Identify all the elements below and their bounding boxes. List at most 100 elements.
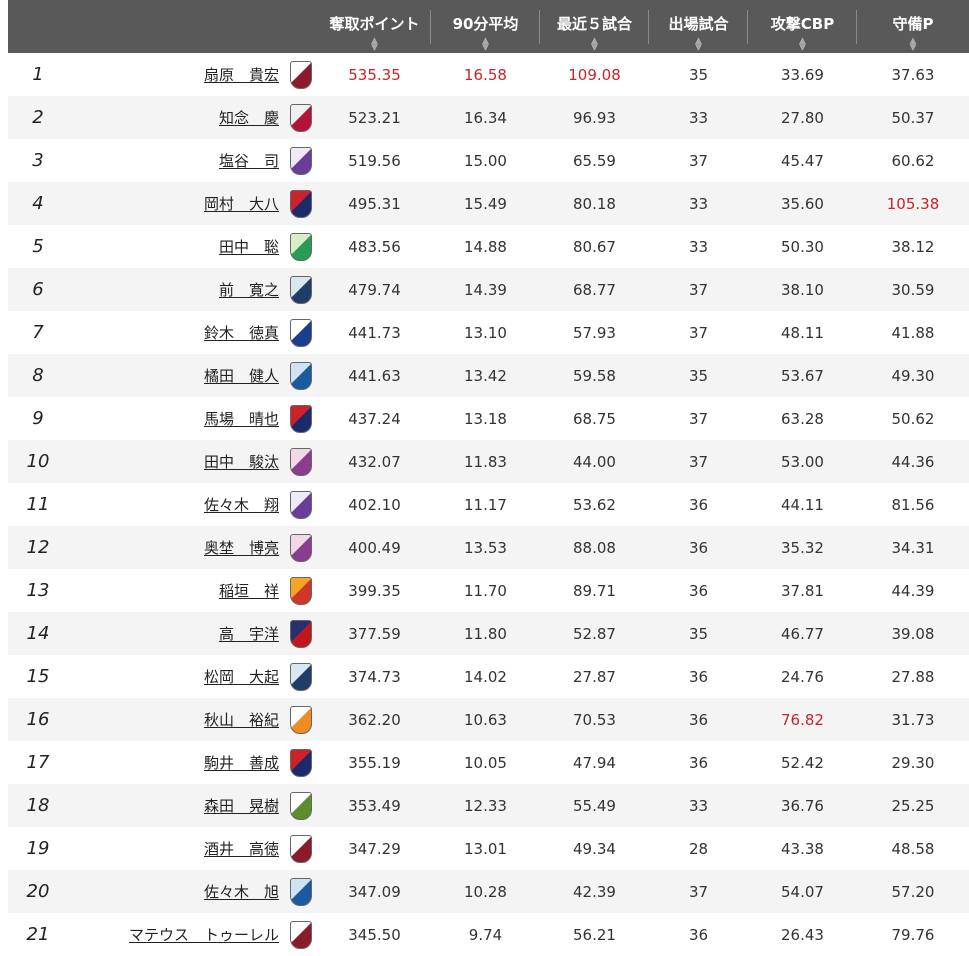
stat-cell-v6: 60.62: [891, 151, 935, 170]
stat-cell-v4: 33: [688, 194, 709, 213]
stat-cell-v1: 347.29: [348, 839, 401, 858]
table-row: 9 馬場 晴也 437.24 13.18 68.75 37 63.28 50.62: [8, 397, 969, 440]
player-name-link[interactable]: 駒井 善成: [204, 754, 279, 772]
player-name-link[interactable]: 秋山 裕紀: [204, 711, 279, 729]
player-name-link[interactable]: 塩谷 司: [219, 152, 279, 170]
player-name-cell: 橘田 健人: [68, 365, 283, 386]
player-name-link[interactable]: 酒井 高徳: [204, 840, 279, 858]
sort-header-last-5[interactable]: 最近５試合 ▲ ▼: [540, 0, 649, 53]
player-name-cell: 岡村 大八: [68, 193, 283, 214]
stat-cell-v5: 27.80: [781, 108, 824, 127]
table-row: 12 奥埜 博亮 400.49 13.53 88.08 36 35.32 34.31: [8, 526, 969, 569]
player-name-link[interactable]: 橘田 健人: [204, 367, 279, 385]
player-name-link[interactable]: 鈴木 徳真: [204, 324, 279, 342]
player-name-cell: 森田 晃樹: [68, 795, 283, 816]
stat-cell-v4: 36: [688, 710, 709, 729]
player-name-link[interactable]: 高 宇洋: [219, 625, 279, 643]
table-row: 13 稲垣 祥 399.35 11.70 89.71 36 37.81 44.39: [8, 569, 969, 612]
stat-cell-v5: 33.69: [781, 65, 824, 84]
player-name-cell: 酒井 高徳: [68, 838, 283, 859]
player-name-cell: 知念 慶: [68, 107, 283, 128]
team-crest-cell: [283, 404, 318, 433]
stat-cell-v5: 63.28: [781, 409, 824, 428]
stat-cell-v1: 441.73: [348, 323, 401, 342]
stat-cell-v1: 353.49: [348, 796, 401, 815]
stat-cell-v4: 37: [688, 452, 709, 471]
player-name-link[interactable]: 稲垣 祥: [219, 582, 279, 600]
player-name-cell: 秋山 裕紀: [68, 709, 283, 730]
stat-cell-v6: 50.62: [891, 409, 935, 428]
stat-cell-v5: 35.60: [781, 194, 824, 213]
rank-number: 14: [26, 623, 50, 644]
sort-header-appearances[interactable]: 出場試合 ▲ ▼: [649, 0, 748, 53]
sort-header-per-90[interactable]: 90分平均 ▲ ▼: [431, 0, 540, 53]
stat-cell-v2: 14.88: [464, 237, 507, 256]
stat-cell-v6: 44.36: [891, 452, 935, 471]
player-name-link[interactable]: 前 寛之: [219, 281, 279, 299]
stat-cell-v1: 399.35: [348, 581, 401, 600]
rank-number: 18: [26, 795, 50, 816]
stat-cell-v5: 45.47: [781, 151, 824, 170]
stat-cell-v1: 535.35: [348, 65, 401, 84]
team-crest-icon: [289, 920, 312, 949]
player-name-link[interactable]: 知念 慶: [219, 109, 279, 127]
player-name-link[interactable]: 岡村 大八: [204, 195, 279, 213]
player-name-link[interactable]: 扇原 貴宏: [204, 66, 279, 84]
rank-number: 13: [26, 580, 50, 601]
team-crest-icon: [289, 361, 312, 390]
player-name-link[interactable]: 佐々木 翔: [204, 496, 279, 514]
team-crest-icon: [289, 748, 312, 777]
team-crest-cell: [283, 920, 318, 949]
stat-cell-v1: 400.49: [348, 538, 401, 557]
table-row: 8 橘田 健人 441.63 13.42 59.58 35 53.67 49.30: [8, 354, 969, 397]
stat-cell-v1: 347.09: [348, 882, 401, 901]
player-name-cell: 奥埜 博亮: [68, 537, 283, 558]
player-name-link[interactable]: 田中 聡: [219, 238, 279, 256]
player-name-link[interactable]: 佐々木 旭: [204, 883, 279, 901]
team-crest-icon: [289, 103, 312, 132]
team-crest-cell: [283, 447, 318, 476]
stat-cell-v6: 44.39: [891, 581, 935, 600]
team-crest-icon: [289, 576, 312, 605]
player-name-link[interactable]: 森田 晃樹: [204, 797, 279, 815]
team-crest-cell: [283, 791, 318, 820]
stat-cell-v5: 53.67: [781, 366, 824, 385]
stat-cell-v2: 13.10: [464, 323, 507, 342]
team-crest-cell: [283, 748, 318, 777]
rank-number: 6: [32, 279, 44, 300]
table-row: 17 駒井 善成 355.19 10.05 47.94 36 52.42 29.30: [8, 741, 969, 784]
player-name-link[interactable]: マテウス トゥーレル: [129, 926, 279, 944]
stat-cell-v3: 52.87: [573, 624, 616, 643]
player-name-link[interactable]: 馬場 晴也: [204, 410, 279, 428]
stat-cell-v1: 441.63: [348, 366, 401, 385]
table-header: 奪取ポイント ▲ ▼ 90分平均 ▲ ▼ 最近５試合 ▲ ▼ 出場試合 ▲ ▼ 攻撃CBP ▲ ▼ …: [8, 0, 969, 53]
sort-header-defense-p[interactable]: 守備P ▲ ▼: [857, 0, 969, 53]
table-row: 19 酒井 高徳 347.29 13.01 49.34 28 43.38 48.58: [8, 827, 969, 870]
stat-cell-v2: 9.74: [468, 925, 503, 944]
stat-cell-v6: 25.25: [891, 796, 935, 815]
stat-cell-v2: 15.00: [464, 151, 507, 170]
stat-cell-v3: 88.08: [573, 538, 616, 557]
stat-cell-v2: 16.58: [464, 65, 507, 84]
stat-cell-v6: 30.59: [891, 280, 935, 299]
player-name-link[interactable]: 松岡 大起: [204, 668, 279, 686]
player-name-link[interactable]: 田中 駿汰: [204, 453, 279, 471]
team-crest-icon: [289, 60, 312, 89]
team-crest-cell: [283, 189, 318, 218]
stat-cell-v2: 14.39: [464, 280, 507, 299]
stat-cell-v4: 33: [688, 108, 709, 127]
stat-cell-v6: 50.37: [891, 108, 935, 127]
sort-header-steal-points[interactable]: 奪取ポイント ▲ ▼: [318, 0, 431, 53]
rank-number: 5: [32, 236, 44, 257]
stat-cell-v3: 56.21: [573, 925, 616, 944]
stat-cell-v2: 13.42: [464, 366, 507, 385]
stat-cell-v1: 519.56: [348, 151, 401, 170]
stat-cell-v2: 11.80: [464, 624, 507, 643]
player-name-link[interactable]: 奥埜 博亮: [204, 539, 279, 557]
team-crest-cell: [283, 232, 318, 261]
stat-cell-v4: 36: [688, 495, 709, 514]
sort-header-attack-cbp[interactable]: 攻撃CBP ▲ ▼: [748, 0, 857, 53]
stat-cell-v4: 35: [688, 65, 709, 84]
team-crest-cell: [283, 275, 318, 304]
rank-number: 20: [26, 881, 50, 902]
